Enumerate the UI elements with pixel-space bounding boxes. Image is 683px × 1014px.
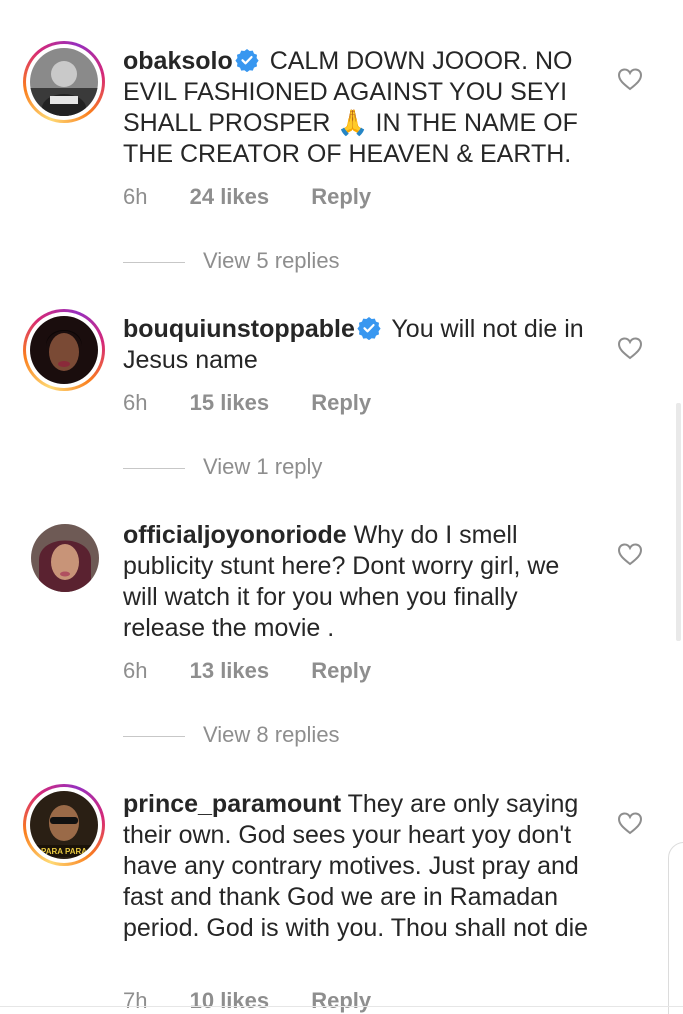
avatar[interactable]	[31, 524, 99, 592]
view-replies-button[interactable]: View 8 replies	[123, 722, 340, 748]
avatar-story-ring[interactable]: PARA PARA	[23, 784, 105, 866]
replies-divider	[123, 467, 185, 469]
avatar: PARA PARA	[30, 791, 98, 859]
reply-button[interactable]: Reply	[311, 390, 371, 416]
comment-likes[interactable]: 13 likes	[190, 658, 270, 684]
comment-username[interactable]: officialjoyonoriode	[123, 521, 347, 549]
comment-likes[interactable]: 24 likes	[190, 184, 270, 210]
scrollbar[interactable]	[676, 403, 681, 641]
heart-outline-icon[interactable]	[617, 811, 643, 835]
comment-meta: 6h 24 likes Reply	[123, 184, 371, 210]
comment-text: bouquiunstoppable You will not die in Je…	[123, 314, 593, 376]
comment-time: 6h	[123, 390, 148, 415]
comment-meta: 6h 13 likes Reply	[123, 658, 371, 684]
comment-username[interactable]: obaksolo	[123, 47, 233, 75]
avatar-caption: PARA PARA	[41, 847, 87, 856]
comment-username[interactable]: prince_paramount	[123, 790, 341, 818]
comment-time: 6h	[123, 658, 148, 683]
comment-text: officialjoyonoriode Why do I smell publi…	[123, 520, 593, 644]
comments-screen: obaksolo CALM DOWN JOOOR. NO EVIL FASHIO…	[0, 0, 683, 1014]
replies-divider	[123, 261, 185, 263]
heart-outline-icon[interactable]	[617, 542, 643, 566]
verified-badge-icon	[235, 49, 259, 72]
heart-outline-icon[interactable]	[617, 336, 643, 360]
overlay-card-edge	[668, 842, 683, 1014]
reply-button[interactable]: Reply	[311, 184, 371, 210]
heart-outline-icon[interactable]	[617, 67, 643, 91]
view-replies-label: View 5 replies	[203, 248, 340, 273]
verified-badge-icon	[357, 317, 381, 340]
comment-time: 6h	[123, 184, 148, 209]
comment-text: prince_paramount They are only saying th…	[123, 789, 593, 944]
view-replies-label: View 8 replies	[203, 722, 340, 747]
avatar	[30, 316, 98, 384]
comment-username[interactable]: bouquiunstoppable	[123, 315, 355, 343]
reply-button[interactable]: Reply	[311, 658, 371, 684]
view-replies-button[interactable]: View 1 reply	[123, 454, 322, 480]
reply-button[interactable]: Reply	[311, 988, 371, 1014]
view-replies-button[interactable]: View 5 replies	[123, 248, 340, 274]
comment-meta: 7h 10 likes Reply	[123, 988, 371, 1014]
replies-divider	[123, 735, 185, 737]
comment-time: 7h	[123, 988, 148, 1013]
bottom-divider	[0, 1006, 683, 1007]
avatar-story-ring[interactable]	[23, 309, 105, 391]
comment-likes[interactable]: 15 likes	[190, 390, 270, 416]
comment-meta: 6h 15 likes Reply	[123, 390, 371, 416]
comment-text: obaksolo CALM DOWN JOOOR. NO EVIL FASHIO…	[123, 46, 593, 170]
avatar-story-ring[interactable]	[23, 41, 105, 123]
avatar	[30, 48, 98, 116]
comment-likes[interactable]: 10 likes	[190, 988, 270, 1014]
view-replies-label: View 1 reply	[203, 454, 323, 479]
